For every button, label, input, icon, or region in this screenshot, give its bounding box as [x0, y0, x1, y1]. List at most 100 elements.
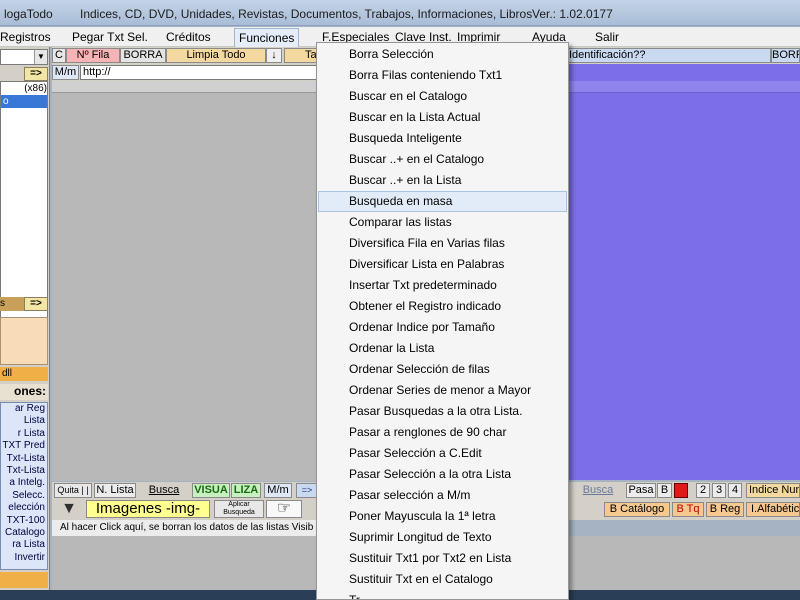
- secondary-list-area[interactable]: [566, 64, 800, 480]
- c-button[interactable]: C: [52, 48, 66, 63]
- functions-list[interactable]: ar Reg Lista r Lista TXT Pred Txt-Lista …: [0, 402, 48, 570]
- quita-button[interactable]: Quita | |: [54, 483, 92, 498]
- list-item[interactable]: Txt-Lista: [1, 453, 47, 465]
- peach-panel: [0, 317, 48, 365]
- menu-item-buscar-plus-catalogo[interactable]: Buscar ..+ en el Catalogo: [318, 149, 567, 170]
- busca-right-button[interactable]: Busca: [574, 483, 622, 498]
- menu-item-buscar-catalogo[interactable]: Buscar en el Catalogo: [318, 86, 567, 107]
- section-header-label: s: [0, 298, 5, 309]
- menu-item-ordenar-series[interactable]: Ordenar Series de menor a Mayor: [318, 380, 567, 401]
- functions-title: ones:: [0, 384, 48, 400]
- url-input[interactable]: http://: [80, 65, 320, 80]
- menu-item-sustituir-lista[interactable]: Sustituir Txt1 por Txt2 en Lista: [318, 548, 567, 569]
- menu-salir[interactable]: Salir: [591, 30, 623, 44]
- menu-item-ordenar-indice[interactable]: Ordenar Indice por Tamaño: [318, 317, 567, 338]
- menu-registros[interactable]: Registros: [0, 30, 55, 44]
- list-item[interactable]: Selecc.: [1, 490, 47, 502]
- menu-item-truncated[interactable]: Tr...: [318, 590, 567, 599]
- menu-item-busqueda-en-masa[interactable]: Busqueda en masa: [318, 191, 567, 212]
- section-arrow-button[interactable]: =>: [24, 297, 48, 311]
- app-title: logaTodo: [4, 7, 53, 21]
- down-triangle-icon[interactable]: ▼: [56, 500, 82, 518]
- borra-button[interactable]: BORRA: [120, 48, 166, 63]
- menu-item-pasar-mm[interactable]: Pasar selección a M/m: [318, 485, 567, 506]
- mm-button[interactable]: M/m: [52, 65, 79, 80]
- page-3-button[interactable]: 3: [712, 483, 726, 498]
- page-2-button[interactable]: 2: [696, 483, 710, 498]
- aplicar-busqueda-button[interactable]: Aplicar Busqueda: [214, 500, 264, 518]
- chevron-down-icon[interactable]: ▼: [34, 50, 47, 64]
- list-item-selected[interactable]: o: [1, 95, 47, 108]
- menu-item-pasar-renglones[interactable]: Pasar a renglones de 90 char: [318, 422, 567, 443]
- left-panel: ▼ => (x86) o s => dll ones: ar Reg Lista…: [0, 47, 50, 590]
- menu-item-poner-mayuscula[interactable]: Poner Mayuscula la 1ª letra: [318, 506, 567, 527]
- list-item[interactable]: (x86): [1, 82, 47, 95]
- ta-button[interactable]: Ta: [284, 48, 318, 63]
- liza-button[interactable]: LIZA: [231, 483, 261, 498]
- menu-item-pasar-otra-lista[interactable]: Pasar Selección a la otra Lista: [318, 464, 567, 485]
- bottom-arrow-button[interactable]: =>: [296, 483, 318, 498]
- forward-arrow-button[interactable]: =>: [24, 67, 48, 81]
- main-list-area[interactable]: [52, 81, 318, 481]
- down-arrow-button[interactable]: ↓: [266, 48, 282, 63]
- busca-button[interactable]: Busca: [142, 483, 186, 498]
- menu-item-comparar-listas[interactable]: Comparar las listas: [318, 212, 567, 233]
- list-item[interactable]: ra Lista: [1, 539, 47, 551]
- limpia-todo-button[interactable]: Limpia Todo: [166, 48, 266, 63]
- list-item[interactable]: ar Reg: [1, 403, 47, 415]
- page-4-button[interactable]: 4: [728, 483, 742, 498]
- menu-item-borra-seleccion[interactable]: Borra Selección: [318, 44, 567, 65]
- hand-pointer-icon[interactable]: ☞: [266, 500, 302, 518]
- list-item[interactable]: r Lista: [1, 428, 47, 440]
- menu-item-borra-filas[interactable]: Borra Filas conteniendo Txt1: [318, 65, 567, 86]
- pasa-button[interactable]: Pasa: [626, 483, 656, 498]
- list-item[interactable]: a Intelg.: [1, 477, 47, 489]
- indice-num-button[interactable]: Indice Num: [746, 483, 800, 498]
- menu-pegar-txt[interactable]: Pegar Txt Sel.: [68, 30, 152, 44]
- imagenes-button[interactable]: Imagenes -img-: [86, 500, 210, 518]
- b-button[interactable]: B: [657, 483, 672, 498]
- menu-item-pasar-cedit[interactable]: Pasar Selección a C.Edit: [318, 443, 567, 464]
- aplicar-label: Aplicar: [228, 501, 250, 508]
- borra-right-button[interactable]: BORR: [771, 48, 800, 63]
- menu-funciones[interactable]: Funciones: [234, 28, 300, 48]
- i-alfabetico-button[interactable]: I.Alfabético: [746, 502, 800, 517]
- red-color-button[interactable]: [674, 483, 688, 498]
- orange-footer: [0, 572, 48, 588]
- busqueda-label: Busqueda: [223, 509, 255, 516]
- menu-item-diversifica-fila[interactable]: Diversifica Fila en Varias filas: [318, 233, 567, 254]
- identificacion-button[interactable]: Identificación??: [567, 48, 771, 63]
- b-reg-button[interactable]: B Reg: [706, 502, 744, 517]
- mm-bottom-button[interactable]: M/m: [264, 483, 292, 498]
- list-item[interactable]: TXT-100: [1, 515, 47, 527]
- menu-item-ordenar-lista[interactable]: Ordenar la Lista: [318, 338, 567, 359]
- info-bar: Al hacer Click aquí, se borran los datos…: [52, 520, 318, 536]
- menu-item-diversificar-lista[interactable]: Diversificar Lista en Palabras: [318, 254, 567, 275]
- secondary-list-header: [566, 81, 800, 93]
- nlista-button[interactable]: N. Lista: [94, 483, 136, 498]
- menu-item-ordenar-seleccion[interactable]: Ordenar Selección de filas: [318, 359, 567, 380]
- menu-creditos[interactable]: Créditos: [162, 30, 215, 44]
- menu-item-buscar-plus-lista[interactable]: Buscar ..+ en la Lista: [318, 170, 567, 191]
- menu-item-buscar-lista-actual[interactable]: Buscar en la Lista Actual: [318, 107, 567, 128]
- list-item[interactable]: Lista: [1, 415, 47, 427]
- list-item[interactable]: TXT Pred: [1, 440, 47, 452]
- visua-button[interactable]: VISUA: [192, 483, 230, 498]
- app-subtitle: Indices, CD, DVD, Unidades, Revistas, Do…: [80, 7, 533, 21]
- menu-item-obtener-registro[interactable]: Obtener el Registro indicado: [318, 296, 567, 317]
- list-item[interactable]: elección: [1, 502, 47, 514]
- drive-combo[interactable]: ▼: [0, 49, 48, 65]
- list-item[interactable]: Txt-Lista: [1, 465, 47, 477]
- b-catalogo-button[interactable]: B Catálogo: [604, 502, 670, 517]
- nfila-button[interactable]: Nº Fila: [66, 48, 120, 63]
- menu-item-sustituir-catalogo[interactable]: Sustituir Txt en el Catalogo: [318, 569, 567, 590]
- menu-item-suprimir-longitud[interactable]: Suprimir Longitud de Texto: [318, 527, 567, 548]
- app-version: Ver.: 1.02.0177: [532, 7, 613, 21]
- b-tq-button[interactable]: B Tq: [672, 502, 704, 517]
- list-item[interactable]: Invertir: [1, 552, 47, 564]
- list-header: [52, 81, 318, 93]
- list-item[interactable]: Catalogo: [1, 527, 47, 539]
- menu-item-busqueda-inteligente[interactable]: Busqueda Inteligente: [318, 128, 567, 149]
- menu-item-insertar-txt[interactable]: Insertar Txt predeterminado: [318, 275, 567, 296]
- menu-item-pasar-busquedas[interactable]: Pasar Busquedas a la otra Lista.: [318, 401, 567, 422]
